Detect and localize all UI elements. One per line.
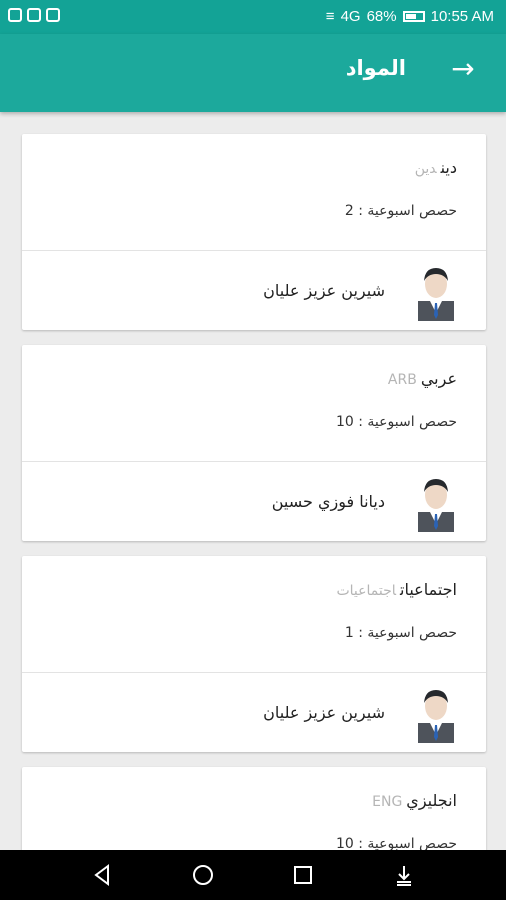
arrow-right-icon[interactable]: → — [448, 54, 478, 84]
subject-name: دين — [440, 158, 457, 177]
app-bar: المواد → — [0, 34, 506, 112]
subject-code: ENG — [372, 794, 403, 810]
system-nav-bar — [0, 850, 506, 900]
instagram-icon — [46, 8, 60, 22]
weekly-periods: حصص اسبوعية : 2 — [344, 203, 457, 219]
menu-icon[interactable] — [392, 863, 416, 887]
teacher-name: ديانا فوزي حسين — [271, 492, 385, 511]
teacher-avatar-icon — [418, 479, 454, 532]
teacher-avatar-icon — [418, 690, 454, 743]
status-bar: ≡ 4G 68% 10:55 AM — [0, 0, 506, 34]
teacher-name: شيرين عزيز عليان — [263, 281, 385, 300]
subject-card[interactable]: عربيARB حصص اسبوعية : 10 ديانا فوزي حسين — [22, 345, 486, 541]
battery-percent: 68% — [366, 8, 397, 25]
subject-code: اجتماعيات — [336, 583, 396, 599]
subject-name: عربي — [420, 369, 457, 388]
back-icon[interactable] — [90, 863, 114, 887]
home-icon[interactable] — [191, 863, 215, 887]
recents-icon[interactable] — [291, 863, 315, 887]
subject-name: انجليزي — [406, 791, 457, 810]
subject-code: ARB — [387, 372, 417, 388]
subjects-list: ديندين حصص اسبوعية : 2 شيرين عزيز عليان … — [22, 134, 486, 899]
status-time: 10:55 AM — [430, 8, 494, 25]
wifi-icon: ≡ — [325, 8, 335, 25]
teacher-name: شيرين عزيز عليان — [263, 703, 385, 722]
notification-icon — [27, 8, 41, 22]
weekly-periods: حصص اسبوعية : 10 — [335, 414, 457, 430]
subject-name: اجتماعيات — [400, 580, 457, 599]
page-title: المواد — [345, 56, 406, 80]
subject-code: دين — [414, 161, 437, 177]
teacher-avatar-icon — [418, 268, 454, 321]
subject-card[interactable]: اجتماعياتاجتماعيات حصص اسبوعية : 1 شيرين… — [22, 556, 486, 752]
notification-icon — [8, 8, 22, 22]
battery-icon — [402, 11, 425, 22]
subject-card[interactable]: ديندين حصص اسبوعية : 2 شيرين عزيز عليان — [22, 134, 486, 330]
network-indicator: 4G — [340, 8, 361, 25]
weekly-periods: حصص اسبوعية : 1 — [344, 625, 457, 641]
